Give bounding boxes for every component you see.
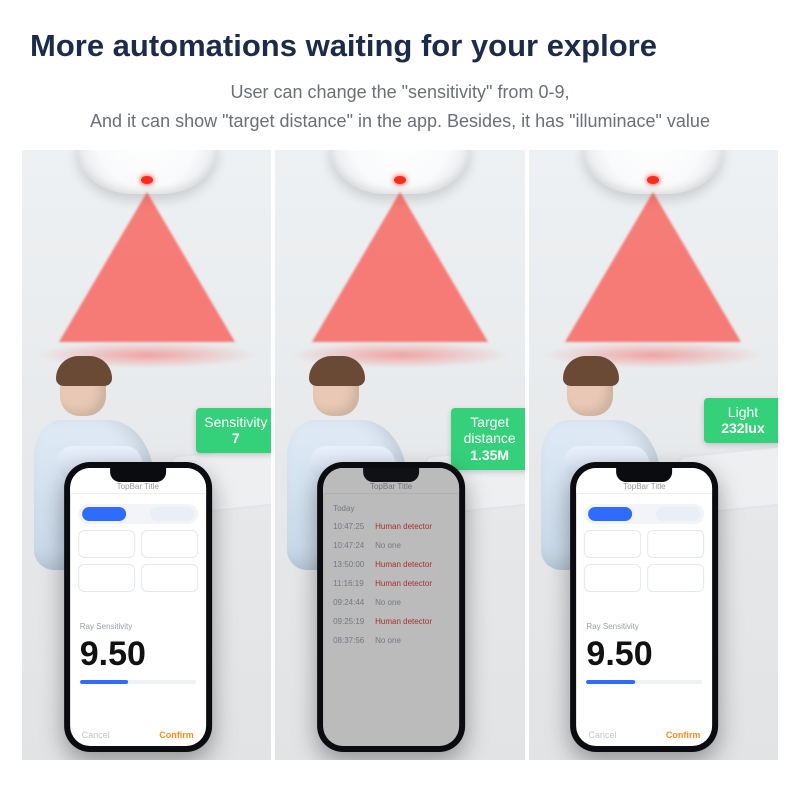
ceiling-sensor-icon xyxy=(330,150,470,194)
sensitivity-value: 9.50 xyxy=(70,633,206,674)
log-row[interactable]: 10:47:25 Human detector xyxy=(323,517,459,536)
log-row[interactable]: 10:47:24 No one xyxy=(323,536,459,555)
confirm-button[interactable]: Confirm xyxy=(159,730,194,740)
cancel-button[interactable]: Cancel xyxy=(588,730,616,740)
log-time: 08:37:56 xyxy=(333,636,367,645)
ceiling-sensor-icon xyxy=(583,150,723,194)
log-event: Human detector xyxy=(375,560,432,569)
callout-label: Sensitivity xyxy=(204,414,267,431)
phone-notch-icon xyxy=(110,468,166,482)
phone-mockup: TopBar Title Ray Sensitivity 9.50 Cancel… xyxy=(64,462,212,752)
feature-panel-target-distance: Target distance 1.35M TopBar Title Today… xyxy=(275,150,524,760)
sub-text: in the app. Besides, it has xyxy=(353,111,569,131)
quick-tile[interactable] xyxy=(584,564,641,592)
detection-beam-icon xyxy=(565,192,741,342)
callout-label: Light xyxy=(712,404,774,421)
section-label: Ray Sensitivity xyxy=(586,622,702,631)
detection-beam-icon xyxy=(59,192,235,342)
event-log-list[interactable]: 10:47:25 Human detector 10:47:24 No one 13:5… xyxy=(323,517,459,650)
phone-notch-icon xyxy=(363,468,419,482)
phone-notch-icon xyxy=(616,468,672,482)
log-time: 11:16:19 xyxy=(333,579,367,588)
log-time: 09:24:44 xyxy=(333,598,367,607)
log-event: No one xyxy=(375,541,401,550)
feature-panel-sensitivity: Sensitivity 7 TopBar Title Ray Sensitivi… xyxy=(22,150,271,760)
callout-label: Target xyxy=(459,414,521,431)
log-row[interactable]: 09:25:19 Human detector xyxy=(323,612,459,631)
phone-screen-log: TopBar Title Today 10:47:25Human detecto… xyxy=(323,468,459,746)
light-slider[interactable] xyxy=(586,680,702,684)
log-time: 13:50:00 xyxy=(333,560,367,569)
quick-tile[interactable] xyxy=(78,530,135,558)
log-event: No one xyxy=(375,636,401,645)
sub-text: And it can show xyxy=(90,111,222,131)
log-time: 10:47:25 xyxy=(333,522,367,531)
ceiling-sensor-icon xyxy=(77,150,217,194)
detection-beam-icon xyxy=(312,192,488,342)
log-time: 09:25:19 xyxy=(333,617,367,626)
sensitivity-slider[interactable] xyxy=(80,680,196,684)
sub-quoted-sensitivity: "sensitivity" xyxy=(402,82,493,102)
cancel-button[interactable]: Cancel xyxy=(82,730,110,740)
sub-text: from 0-9, xyxy=(492,82,569,102)
quick-tile[interactable] xyxy=(584,530,641,558)
log-event: Human detector xyxy=(375,579,432,588)
light-value: 9.50 xyxy=(576,633,712,674)
sub-quoted-target-distance: "target distance" xyxy=(222,111,353,131)
log-event: Human detector xyxy=(375,617,432,626)
phone-mockup: TopBar Title Ray Sensitivity 9.50 Cancel… xyxy=(570,462,718,752)
page-subtitle: User can change the "sensitivity" from 0… xyxy=(0,72,800,150)
log-time: 10:47:24 xyxy=(333,541,367,550)
callout-target-distance: Target distance 1.35M xyxy=(451,408,525,470)
quick-tile[interactable] xyxy=(647,530,704,558)
sub-quoted-illuminance: "illuminace" xyxy=(569,111,662,131)
callout-value: 1.35M xyxy=(459,447,521,464)
feature-panel-illuminance: Light 232lux TopBar Title Ray Sensitivit… xyxy=(529,150,778,760)
log-row[interactable]: 08:37:56 No one xyxy=(323,631,459,650)
sub-text: User can change the xyxy=(231,82,402,102)
phone-screen-sensitivity: TopBar Title Ray Sensitivity 9.50 Cancel… xyxy=(70,468,206,746)
segmented-control[interactable] xyxy=(584,504,704,524)
quick-tile[interactable] xyxy=(141,564,198,592)
quick-tile[interactable] xyxy=(78,564,135,592)
confirm-button[interactable]: Confirm xyxy=(666,730,701,740)
phone-screen-light: TopBar Title Ray Sensitivity 9.50 Cancel… xyxy=(576,468,712,746)
log-event: Human detector xyxy=(375,522,432,531)
log-day-label: Today xyxy=(323,494,459,517)
log-row[interactable]: 13:50:00 Human detector xyxy=(323,555,459,574)
callout-sensitivity: Sensitivity 7 xyxy=(196,408,271,454)
quick-tile[interactable] xyxy=(141,530,198,558)
sub-text: value xyxy=(662,111,710,131)
callout-value: 7 xyxy=(204,430,267,447)
callout-light: Light 232lux xyxy=(704,398,778,444)
phone-mockup: TopBar Title Today 10:47:25Human detecto… xyxy=(317,462,465,752)
callout-label: distance xyxy=(459,430,521,447)
log-event: No one xyxy=(375,598,401,607)
callout-value: 232lux xyxy=(712,420,774,437)
segmented-control[interactable] xyxy=(78,504,198,524)
quick-tile[interactable] xyxy=(647,564,704,592)
log-row[interactable]: 11:16:19 Human detector xyxy=(323,574,459,593)
log-row[interactable]: 09:24:44 No one xyxy=(323,593,459,612)
section-label: Ray Sensitivity xyxy=(80,622,196,631)
page-title: More automations waiting for your explor… xyxy=(30,28,770,64)
